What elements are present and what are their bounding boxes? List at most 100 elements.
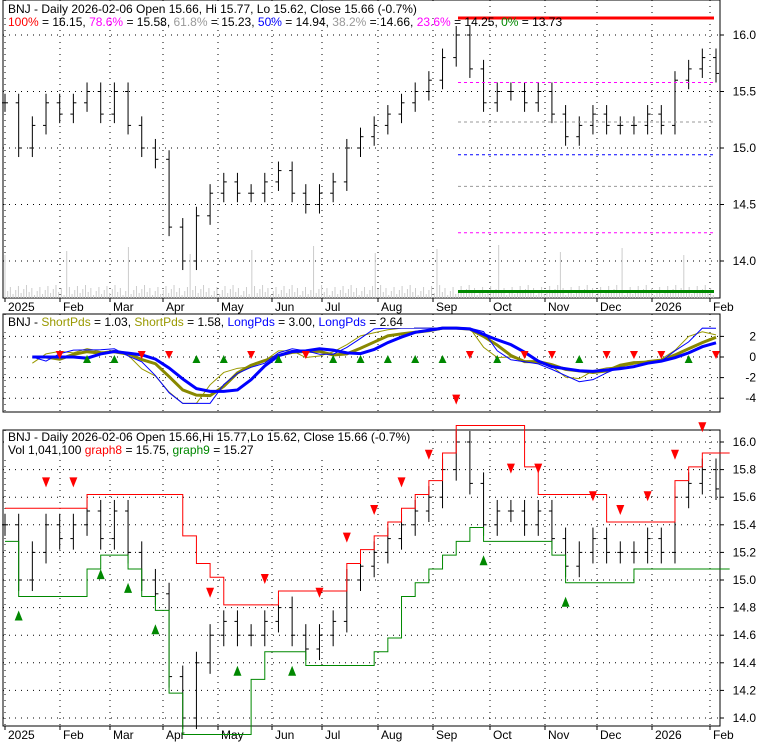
x-tick-label: Dec bbox=[600, 300, 621, 314]
buy-arrow bbox=[561, 596, 570, 607]
x-tick-label: Feb bbox=[63, 728, 84, 742]
sell-arrow bbox=[424, 449, 433, 460]
buy-arrow bbox=[124, 582, 133, 593]
buy-arrow bbox=[151, 624, 160, 635]
x-tick-label: May bbox=[221, 300, 244, 314]
buy-arrow bbox=[192, 355, 201, 363]
sell-arrow bbox=[506, 463, 515, 474]
sell-arrow bbox=[452, 394, 461, 405]
sell-arrow bbox=[547, 351, 556, 359]
buy-arrow bbox=[575, 355, 584, 363]
x-tick-label: Aug bbox=[381, 300, 402, 314]
y-tick-label: 14.5 bbox=[733, 198, 757, 212]
sell-arrow bbox=[588, 491, 597, 502]
x-tick-label: Feb bbox=[713, 300, 734, 314]
x-tick-label: Oct bbox=[493, 728, 512, 742]
buy-arrow bbox=[438, 355, 447, 363]
x-tick-label: Sep bbox=[436, 300, 458, 314]
stops-legend: Vol 1,041,100 graph8 = 15.75, graph9 = 1… bbox=[8, 443, 254, 457]
x-tick-label: Nov bbox=[548, 728, 569, 742]
graph9-line bbox=[5, 527, 730, 736]
sell-arrow bbox=[534, 463, 543, 474]
sell-arrow bbox=[616, 505, 625, 515]
buy-arrow bbox=[356, 355, 365, 363]
x-tick-label: Feb bbox=[713, 728, 734, 742]
buy-arrow bbox=[96, 569, 105, 580]
y-tick-label: -4 bbox=[745, 391, 756, 405]
y-tick-label: 15.8 bbox=[733, 463, 757, 477]
buy-arrow bbox=[14, 610, 23, 621]
oscillator-line-3 bbox=[32, 326, 717, 393]
x-tick-label: 2026 bbox=[655, 728, 682, 742]
x-tick-label: Sep bbox=[436, 728, 458, 742]
chart-svg: 14.0 14.5 15.0 15.5 16.0 2 0 -2 -4 14.0 14.2 14.4 14… bbox=[2, 0, 757, 742]
buy-arrow bbox=[493, 355, 502, 363]
x-tick-label: Jun bbox=[275, 300, 294, 314]
x-tick-label: Apr bbox=[166, 300, 185, 314]
y-tick-label: -2 bbox=[745, 371, 756, 385]
x-tick-label: Mar bbox=[113, 728, 134, 742]
y-tick-label: 15.0 bbox=[733, 141, 757, 155]
panel-frame-2 bbox=[2, 429, 721, 727]
sell-arrow bbox=[370, 505, 379, 515]
x-tick-label: Jul bbox=[325, 300, 340, 314]
y-tick-label: 15.2 bbox=[733, 545, 757, 559]
y-tick-label: 14.8 bbox=[733, 601, 757, 615]
y-tick-label: 16.0 bbox=[733, 28, 757, 42]
sell-arrow bbox=[260, 574, 269, 584]
sell-arrow bbox=[165, 351, 174, 359]
y-tick-label: 14.2 bbox=[733, 683, 757, 697]
buy-arrow bbox=[383, 355, 392, 363]
x-tick-label: Jun bbox=[275, 728, 294, 742]
oscillator-line-0 bbox=[32, 327, 717, 404]
sell-arrow bbox=[69, 477, 78, 488]
y-tick-label: 15.6 bbox=[733, 490, 757, 504]
buy-arrow bbox=[411, 355, 420, 363]
y-tick-label: 15.5 bbox=[733, 85, 757, 99]
buy-arrow bbox=[233, 665, 242, 676]
sell-arrow bbox=[342, 532, 351, 543]
y-tick-label: 2 bbox=[749, 329, 756, 343]
buy-arrow bbox=[479, 555, 488, 566]
y-tick-label: 14.6 bbox=[733, 628, 757, 642]
sell-arrow bbox=[42, 477, 51, 488]
x-tick-label: Mar bbox=[113, 300, 134, 314]
price-title: BNJ - Daily 2026-02-06 Open 15.66, Hi 15… bbox=[8, 2, 417, 16]
sell-arrow bbox=[465, 351, 474, 359]
buy-arrow bbox=[684, 355, 693, 363]
y-tick-label: 14.0 bbox=[733, 254, 757, 268]
panel-frame-0 bbox=[2, 0, 721, 299]
sell-arrow bbox=[698, 422, 707, 433]
sell-arrow bbox=[712, 351, 720, 359]
x-tick-label: 2025 bbox=[8, 728, 35, 742]
sell-arrow bbox=[670, 449, 679, 460]
x-tick-label: Aug bbox=[381, 728, 402, 742]
sell-arrow bbox=[301, 351, 310, 359]
x-tick-label: 2025 bbox=[8, 300, 35, 314]
x-tick-label: Apr bbox=[166, 728, 185, 742]
x-tick-label: Dec bbox=[600, 728, 621, 742]
y-tick-label: 0 bbox=[749, 350, 756, 364]
sell-arrow bbox=[206, 587, 215, 598]
buy-arrow bbox=[288, 665, 297, 676]
x-tick-label: Nov bbox=[548, 300, 569, 314]
sell-arrow bbox=[602, 351, 611, 359]
sell-arrow bbox=[629, 351, 638, 359]
oscillator-legend: BNJ - ShortPds = 1.03, ShortPds = 1.58, … bbox=[8, 315, 403, 329]
y-tick-label: 14.4 bbox=[733, 656, 757, 670]
buy-arrow bbox=[219, 355, 228, 363]
y-tick-label: 14.0 bbox=[733, 711, 757, 725]
oscillator-line-2 bbox=[32, 327, 717, 404]
sell-arrow bbox=[397, 477, 406, 488]
sell-arrow bbox=[247, 351, 256, 359]
x-tick-label: Oct bbox=[493, 300, 512, 314]
y-tick-label: 16.0 bbox=[733, 435, 757, 449]
x-tick-label: Feb bbox=[63, 300, 84, 314]
y-tick-label: 15.4 bbox=[733, 518, 757, 532]
sell-arrow bbox=[643, 491, 652, 502]
x-tick-label: 2026 bbox=[655, 300, 682, 314]
x-tick-label: Jul bbox=[325, 728, 340, 742]
y-tick-label: 15.0 bbox=[733, 573, 757, 587]
fib-legend: 100% = 16.15, 78.6% = 15.58, 61.8% = 15.… bbox=[8, 15, 562, 29]
stops-title: BNJ - Daily 2026-02-06 Open 15.66,Hi 15.… bbox=[8, 430, 410, 444]
